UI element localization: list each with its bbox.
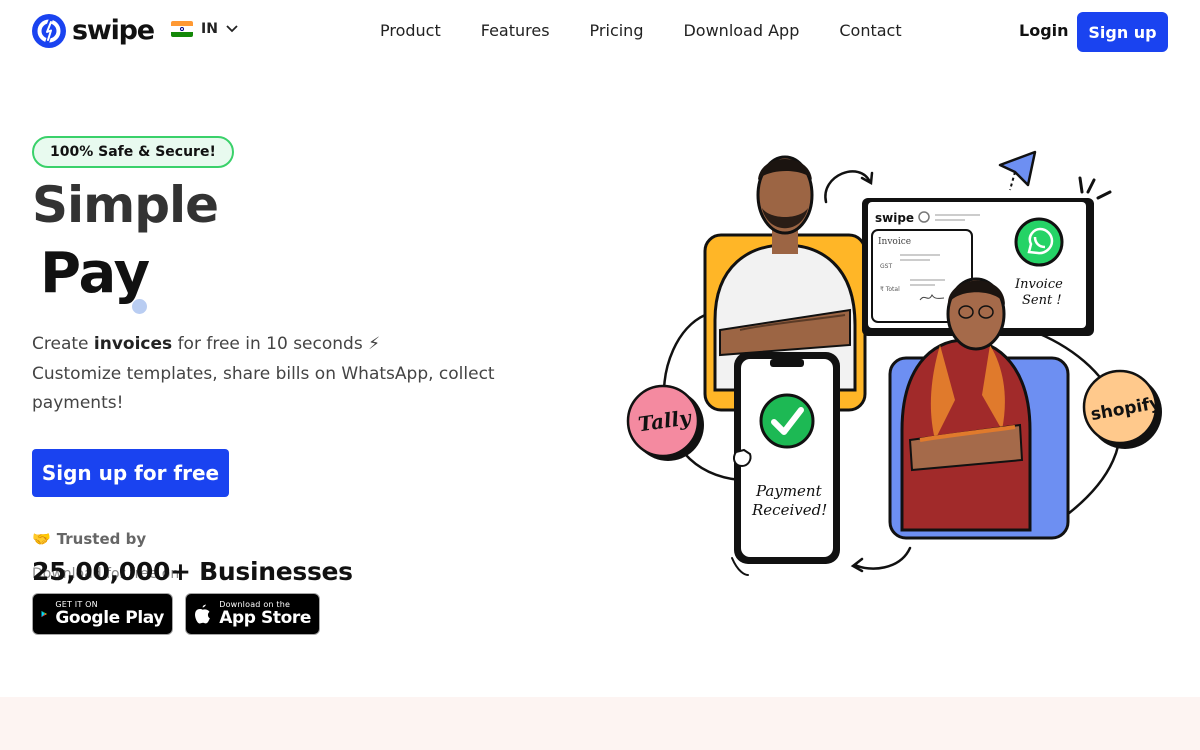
hero-title-line1: Simple	[32, 176, 219, 234]
typing-cursor-dot	[132, 299, 147, 314]
invoice-sent-line2: Sent !	[1022, 293, 1062, 308]
illus-swipe-label: swipe	[875, 211, 914, 225]
region-selector[interactable]: IN	[171, 21, 238, 37]
main-nav: Product Features Pricing Download App Co…	[380, 21, 902, 40]
illus-invoice-label: Invoice	[878, 237, 911, 247]
google-play-button[interactable]: GET IT ON Google Play	[32, 593, 173, 635]
hero-title-line2: Pay	[40, 241, 150, 306]
india-flag-icon	[171, 21, 193, 37]
google-play-big: Google Play	[55, 608, 164, 628]
curved-arrow-top	[824, 170, 874, 204]
nav-item-product[interactable]: Product	[380, 21, 441, 40]
sub-bold: invoices	[93, 334, 173, 354]
swipe-logo-icon	[32, 14, 66, 48]
hand-icon	[733, 448, 752, 468]
illus-total-label: ₹ Total	[880, 286, 900, 293]
business-count: 25,00,000+ Businesses	[32, 557, 353, 586]
signup-button[interactable]: Sign up	[1077, 12, 1168, 52]
signup-free-button[interactable]: Sign up for free	[32, 449, 229, 497]
paper-plane-icon	[998, 150, 1037, 191]
curved-arrow-bottom	[850, 546, 912, 573]
trusted-by: 🤝 Trusted by	[32, 530, 146, 548]
sub-line2: Customize templates, share bills on What…	[32, 363, 495, 414]
app-store-button[interactable]: Download on the App Store	[185, 593, 320, 635]
trusted-label: Trusted by	[56, 530, 147, 548]
brand-name: swipe	[72, 15, 155, 46]
burst-lines	[1078, 176, 1112, 200]
site-header: swipe IN Product Features Pricing Downlo…	[0, 0, 1200, 64]
sub-prefix: Create	[32, 334, 89, 354]
hero-subtitle: Create invoices for free in 10 seconds ⚡…	[32, 330, 512, 419]
login-link[interactable]: Login	[1019, 21, 1069, 40]
checkmark-icon	[759, 393, 815, 449]
brand-logo[interactable]: swipe	[32, 14, 155, 48]
security-badge: 100% Safe & Secure!	[32, 136, 234, 168]
handshake-icon: 🤝	[32, 530, 51, 548]
sub-suffix: for free in 10 seconds ⚡	[177, 334, 381, 354]
region-code: IN	[201, 21, 218, 37]
apple-icon	[195, 604, 210, 624]
app-store-big: App Store	[219, 608, 311, 628]
illus-gst-label: GST	[880, 263, 892, 270]
payment-line1: Payment	[755, 482, 823, 500]
whatsapp-icon	[1014, 217, 1064, 267]
hero-illustration: swipe Invoice GST ₹ Total Invoice Sent !	[610, 140, 1180, 590]
nav-item-pricing[interactable]: Pricing	[590, 21, 644, 40]
illustration-canvas: swipe Invoice GST ₹ Total Invoice Sent !	[626, 150, 1162, 576]
google-play-icon	[41, 610, 48, 618]
payment-line2: Received!	[751, 501, 827, 519]
nav-item-contact[interactable]: Contact	[839, 21, 901, 40]
nav-item-features[interactable]: Features	[481, 21, 550, 40]
shopify-badge: shopify	[1082, 369, 1162, 449]
tally-badge: Tally	[626, 384, 704, 461]
invoice-sent-line1: Invoice	[1014, 277, 1063, 292]
nav-item-download-app[interactable]: Download App	[683, 21, 799, 40]
next-section-band	[0, 697, 1200, 750]
chevron-down-icon	[226, 25, 238, 33]
